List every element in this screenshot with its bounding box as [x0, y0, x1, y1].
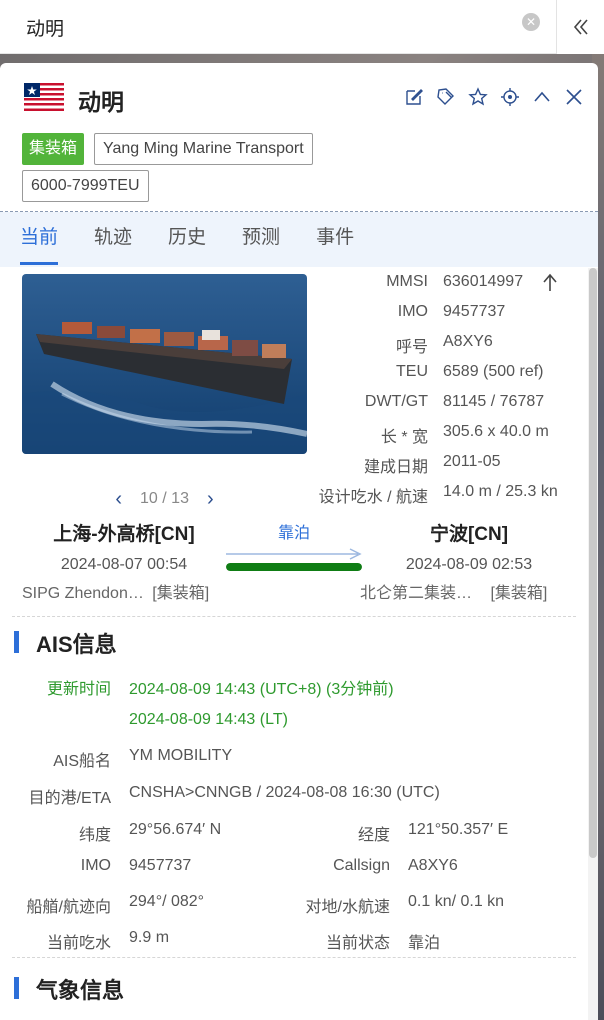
star-icon — [468, 87, 488, 106]
ship-detail-panel: 动明 集装箱 Yang Ming Marine Transport 6000-7… — [0, 63, 598, 1020]
crosshair-icon — [501, 88, 519, 106]
close-button[interactable] — [562, 85, 586, 109]
ship-photo-image — [22, 274, 307, 454]
spec-row-dwt-gt: DWT/GT 81145 / 76787 — [364, 393, 545, 410]
tab-forecast[interactable]: 预测 — [242, 212, 280, 267]
tag-icon — [437, 88, 454, 105]
ais-position: 纬度 29°56.674′ N 经度 121°50.357′ E — [78, 821, 509, 844]
section-divider — [12, 616, 576, 617]
destination-port-name: 宁波[CN] — [429, 524, 509, 545]
chevron-up-icon — [534, 91, 550, 102]
voyage-route: 上海-外高桥[CN] 2024-08-07 00:54 靠泊 宁波[CN] 20… — [0, 511, 598, 603]
prev-photo-button[interactable]: ‹ — [115, 488, 122, 511]
ship-photo[interactable] — [22, 274, 307, 454]
destination-port[interactable]: 宁波[CN] 2024-08-09 02:53 — [360, 519, 578, 574]
voyage-progress-fill — [226, 563, 362, 571]
company-tag[interactable]: Yang Ming Marine Transport — [94, 133, 313, 165]
ais-heading-speed: 船艏/航迹向 294°/ 082° 对地/水航速 0.1 kn/ 0.1 kn — [26, 893, 505, 916]
search-input[interactable] — [0, 0, 556, 54]
header-actions — [402, 85, 586, 109]
ship-name: 动明 — [78, 89, 124, 115]
origin-time: 2024-08-07 00:54 — [60, 556, 188, 573]
tab-history[interactable]: 历史 — [168, 212, 206, 267]
collapse-details-button[interactable] — [530, 85, 554, 109]
locate-button[interactable] — [498, 85, 522, 109]
ship-header: 动明 集装箱 Yang Ming Marine Transport 6000-7… — [0, 63, 598, 211]
tag-row: 集装箱 Yang Ming Marine Transport — [22, 133, 313, 165]
photo-navigation: ‹ 10 / 13 › — [22, 487, 307, 511]
weather-section-title: 气象信息 — [14, 973, 124, 1005]
voyage-progress-bar — [226, 563, 362, 571]
spec-row-imo: IMO 9457737 — [397, 303, 506, 320]
section-divider — [12, 957, 576, 958]
clear-search-button[interactable]: ✕ — [522, 13, 540, 31]
ais-update-time: 更新时间 2024-08-09 14:43 (UTC+8) (3分钟前) — [46, 681, 394, 698]
spec-row-mmsi: MMSI 636014997 — [290, 273, 590, 303]
collapse-panel-button[interactable] — [556, 0, 604, 54]
spec-row-draft-speed: 设计吃水 / 航速 14.0 m / 25.3 kn — [318, 483, 558, 506]
spec-row-dimensions: 长 * 宽 305.6 x 40.0 m — [380, 423, 549, 446]
ais-ship-name: AIS船名 YM MOBILITY — [53, 747, 233, 770]
origin-terminal: SIPG Zhendon… [集装箱] — [22, 585, 210, 602]
capacity-tag: 6000-7999TEU — [22, 170, 149, 202]
spec-row-callsign: 呼号 A8XY6 — [395, 333, 493, 356]
ais-update-time-local: 2024-08-09 14:43 (LT) — [129, 711, 288, 728]
edit-icon — [406, 89, 423, 105]
voyage-status: 靠泊 — [277, 525, 310, 542]
tab-track[interactable]: 轨迹 — [94, 212, 132, 267]
ship-type-tag: 集装箱 — [22, 133, 85, 165]
liberia-flag-icon — [24, 83, 64, 111]
double-chevron-left-icon — [573, 19, 588, 35]
spec-row-teu: TEU 6589 (500 ref) — [396, 363, 544, 380]
ais-destination-eta: 目的港/ETA CNSHA>CNNGB / 2024-08-08 16:30 (… — [28, 784, 440, 807]
share-icon[interactable] — [540, 271, 560, 293]
route-arrow-icon — [226, 548, 362, 560]
destination-terminal: 北仑第二集装… [集装箱] — [360, 585, 548, 602]
next-photo-button[interactable]: › — [207, 488, 214, 511]
spec-row-build-date: 建成日期 2011-05 — [363, 453, 501, 476]
ais-draft-status: 当前吃水 9.9 m 当前状态 靠泊 — [46, 929, 441, 952]
search-bar: ✕ — [0, 0, 604, 54]
edit-button[interactable] — [402, 85, 426, 109]
ais-section-title: AIS信息 — [14, 627, 117, 659]
origin-port-name: 上海-外高桥[CN] — [53, 524, 195, 545]
close-icon — [566, 89, 582, 105]
tag-button[interactable] — [434, 85, 458, 109]
tab-events[interactable]: 事件 — [316, 212, 354, 267]
tab-bar: 当前 轨迹 历史 预测 事件 — [0, 212, 598, 267]
favorite-button[interactable] — [466, 85, 490, 109]
photo-counter: 10 / 13 — [140, 490, 189, 507]
origin-port[interactable]: 上海-外高桥[CN] 2024-08-07 00:54 — [0, 519, 248, 574]
destination-time: 2024-08-09 02:53 — [405, 556, 533, 573]
ais-identifiers: IMO 9457737 Callsign A8XY6 — [80, 857, 458, 874]
tab-current[interactable]: 当前 — [20, 212, 59, 267]
